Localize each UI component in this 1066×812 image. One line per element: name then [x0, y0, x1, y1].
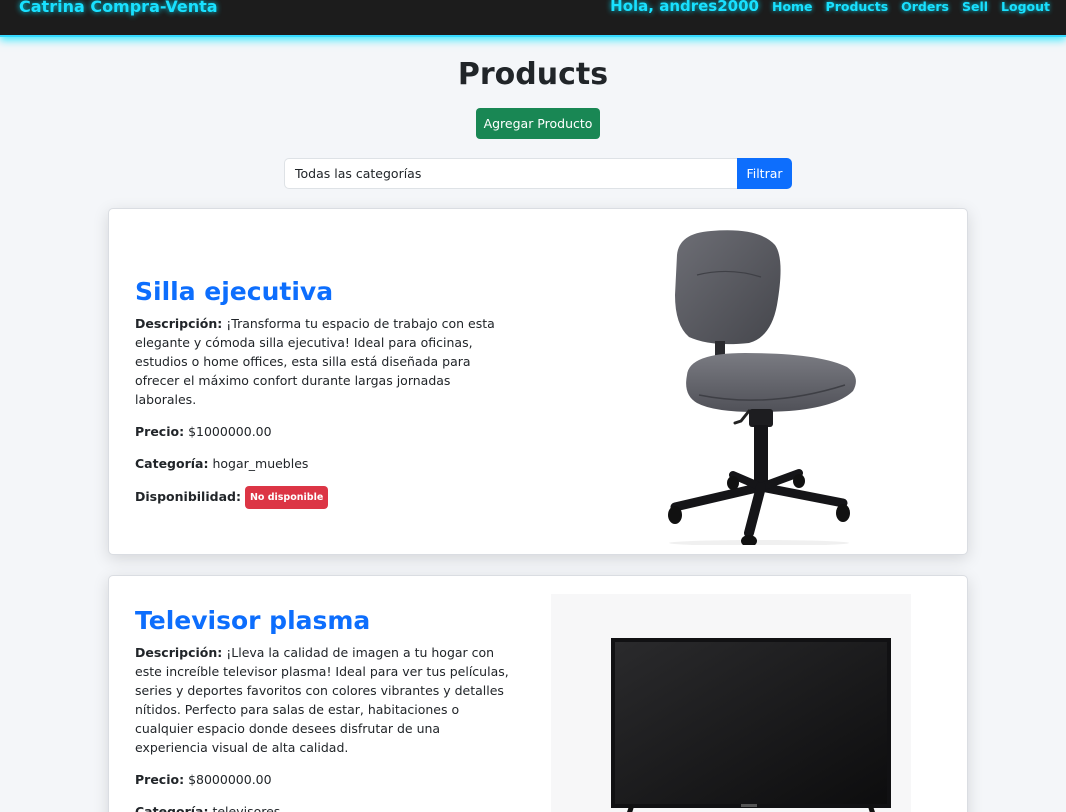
product-category: Categoría: televisores — [135, 802, 515, 812]
product-title[interactable]: Televisor plasma — [135, 606, 515, 635]
product-description: Descripción: ¡Lleva la calidad de imagen… — [135, 643, 515, 757]
nav-menu: Hola, andres2000 Home Products Orders Se… — [610, 0, 1050, 15]
product-description: Descripción: ¡Transforma tu espacio de t… — [135, 314, 515, 409]
nav-link-orders[interactable]: Orders — [901, 0, 949, 14]
price-label: Precio: — [135, 772, 185, 787]
nav-link-sell[interactable]: Sell — [962, 0, 988, 14]
navbar: Catrina Compra-Venta Hola, andres2000 Ho… — [0, 0, 1066, 37]
availability-badge: No disponible — [244, 486, 329, 509]
product-category: Categoría: hogar_muebles — [135, 454, 515, 473]
category-filter: Todas las categorías Filtrar — [284, 158, 792, 189]
category-value: televisores — [212, 804, 281, 812]
product-info: Silla ejecutiva Descripción: ¡Transforma… — [135, 277, 515, 522]
brand-link[interactable]: Catrina Compra-Venta — [19, 0, 218, 16]
price-value: $1000000.00 — [188, 424, 272, 439]
page-title: Products — [457, 57, 609, 92]
television-icon — [551, 594, 911, 812]
product-price: Precio: $8000000.00 — [135, 770, 515, 789]
category-label: Categoría: — [135, 456, 209, 471]
category-select[interactable]: Todas las categorías — [284, 158, 737, 189]
add-product-button[interactable]: Agregar Producto — [476, 108, 600, 139]
nav-link-home[interactable]: Home — [772, 0, 813, 14]
description-text: ¡Lleva la calidad de imagen a tu hogar c… — [135, 645, 509, 755]
price-value: $8000000.00 — [188, 772, 272, 787]
availability-label: Disponibilidad: — [135, 489, 241, 504]
description-label: Descripción: — [135, 645, 223, 660]
product-price: Precio: $1000000.00 — [135, 422, 515, 441]
product-info: Televisor plasma Descripción: ¡Lleva la … — [135, 606, 515, 812]
nav-link-logout[interactable]: Logout — [1001, 0, 1050, 14]
category-value: hogar_muebles — [212, 456, 309, 471]
product-card: Silla ejecutiva Descripción: ¡Transforma… — [108, 208, 968, 555]
office-chair-icon — [668, 230, 856, 545]
product-card: Televisor plasma Descripción: ¡Lleva la … — [108, 575, 968, 812]
product-title[interactable]: Silla ejecutiva — [135, 277, 515, 306]
description-label: Descripción: — [135, 316, 223, 331]
user-greeting: Hola, andres2000 — [610, 0, 759, 15]
filter-button[interactable]: Filtrar — [737, 158, 792, 189]
category-label: Categoría: — [135, 804, 209, 812]
price-label: Precio: — [135, 424, 185, 439]
nav-link-products[interactable]: Products — [826, 0, 889, 14]
product-availability: Disponibilidad: No disponible — [135, 486, 515, 509]
